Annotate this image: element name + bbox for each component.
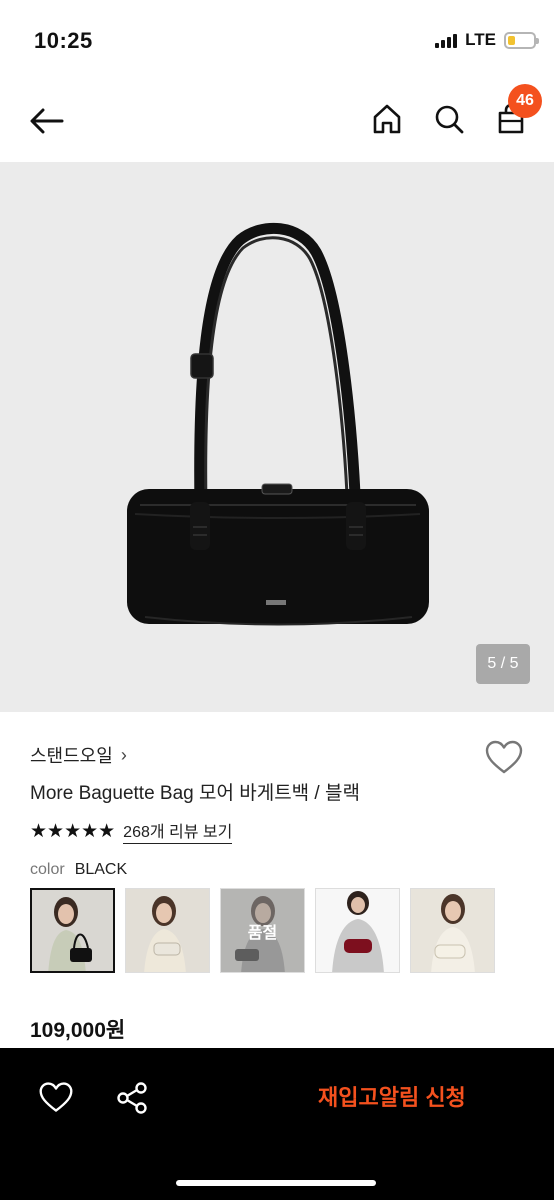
status-time: 10:25: [34, 28, 93, 53]
swatch-image: [32, 890, 113, 971]
swatch-gray[interactable]: 품절: [220, 888, 305, 973]
soldout-badge: 품절: [221, 889, 304, 972]
rating-stars: ★★★★★: [30, 820, 116, 842]
product-image: [127, 222, 429, 626]
swatch-image: [411, 889, 494, 972]
share-button[interactable]: [114, 1080, 150, 1116]
brand-name: 스탠드오일: [30, 746, 113, 766]
signal-icon: [435, 32, 458, 48]
rating-row: ★★★★★ 268개 리뷰 보기: [30, 818, 233, 844]
bottom-action-bar: 재입고알림 신청: [0, 1048, 554, 1200]
search-button[interactable]: [428, 98, 470, 140]
bottom-wishlist-button[interactable]: [38, 1080, 74, 1116]
home-icon: [373, 104, 401, 134]
color-swatches: 품절: [30, 888, 495, 973]
review-link[interactable]: 268개 리뷰 보기: [123, 818, 233, 844]
battery-level: [508, 35, 515, 45]
cart-count-badge: 46: [508, 84, 542, 118]
heart-icon: [39, 1082, 73, 1112]
product-price: 109,000원: [30, 1019, 126, 1042]
product-title: More Baguette Bag 모어 바게트백 / 블랙: [30, 783, 360, 804]
restock-alert-button[interactable]: 재입고알림 신청: [318, 1080, 466, 1112]
heart-icon: [485, 740, 523, 774]
wishlist-button[interactable]: [484, 738, 524, 778]
swatch-ivory[interactable]: [125, 888, 210, 973]
chevron-right-icon: ›: [120, 744, 127, 765]
back-arrow-icon: [30, 108, 64, 134]
search-icon: [435, 105, 464, 134]
color-row: color BLACK: [30, 861, 127, 879]
swatch-black[interactable]: [30, 888, 115, 973]
swatch-cream[interactable]: [410, 888, 495, 973]
battery-icon: [504, 31, 539, 49]
status-bar: 10:25 LTE: [0, 0, 554, 80]
network-label: LTE: [465, 30, 496, 49]
image-page-indicator: 5 / 5: [476, 644, 530, 684]
color-value: BLACK: [74, 861, 128, 878]
color-label: color: [30, 861, 65, 878]
swatch-image: [126, 889, 209, 972]
home-button[interactable]: [366, 98, 408, 140]
swatch-burgundy[interactable]: [315, 888, 400, 973]
brand-link[interactable]: 스탠드오일 ›: [30, 742, 127, 768]
share-icon: [117, 1082, 147, 1114]
product-image-carousel[interactable]: 5 / 5: [0, 162, 554, 712]
status-indicators: LTE: [435, 30, 539, 50]
swatch-image: [316, 889, 399, 972]
back-button[interactable]: [26, 100, 68, 142]
home-indicator: [176, 1180, 376, 1186]
top-nav: [0, 80, 554, 162]
